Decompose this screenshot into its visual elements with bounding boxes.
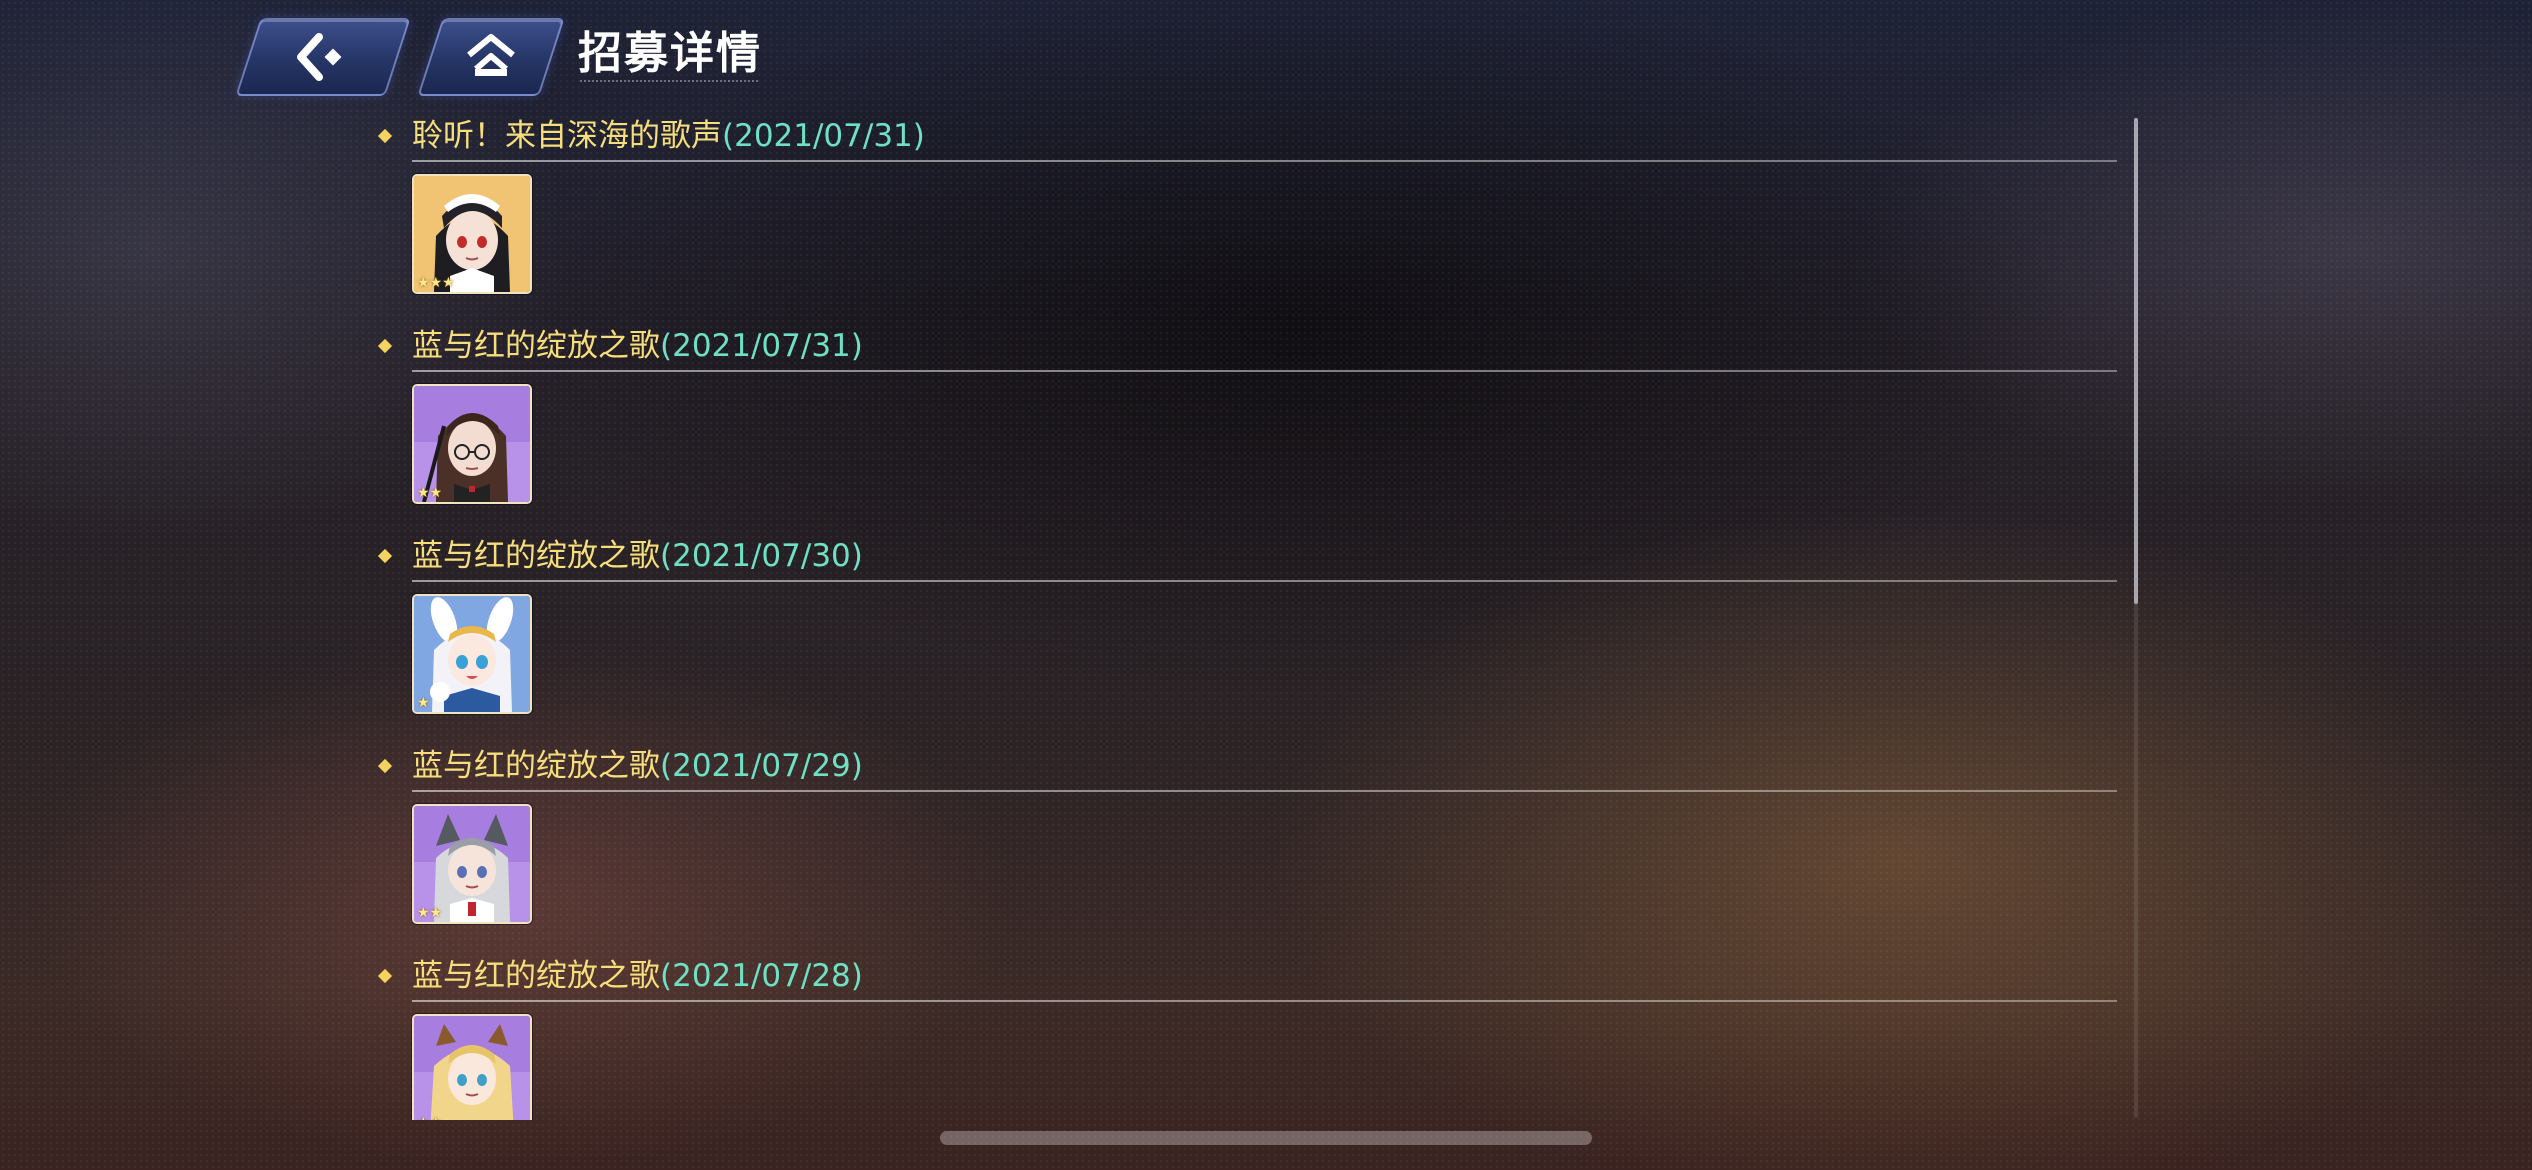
home-icon bbox=[467, 34, 515, 76]
divider bbox=[412, 1000, 2117, 1002]
character-portrait[interactable]: ★★★ bbox=[412, 174, 532, 294]
bullet-diamond-icon bbox=[377, 128, 393, 144]
recruit-date: (2021/07/31) bbox=[660, 328, 863, 364]
banner-name: 蓝与红的绽放之歌 bbox=[412, 748, 660, 784]
bunny-ear-character-portrait bbox=[414, 596, 530, 712]
title-underline bbox=[580, 80, 758, 82]
banner-name: 聆听！来自深海的歌声 bbox=[412, 118, 722, 154]
bullet-diamond-icon bbox=[377, 548, 393, 564]
divider bbox=[412, 160, 2117, 162]
recruit-date: (2021/07/30) bbox=[660, 538, 863, 574]
recruit-history-list[interactable]: 聆听！来自深海的歌声(2021/07/31) ★★★ 蓝与红的绽放之歌(2021… bbox=[372, 110, 2122, 1120]
entry-title: 蓝与红的绽放之歌(2021/07/29) bbox=[412, 740, 863, 792]
recruit-date: (2021/07/31) bbox=[722, 118, 925, 154]
character-portrait[interactable]: ★★ bbox=[412, 804, 532, 924]
entry-title: 蓝与红的绽放之歌(2021/07/31) bbox=[412, 320, 863, 372]
rarity-stars: ★★ bbox=[417, 905, 443, 921]
list-item: 蓝与红的绽放之歌(2021/07/31) ★★ bbox=[372, 320, 2122, 530]
home-button[interactable] bbox=[417, 18, 565, 96]
recruit-date: (2021/07/29) bbox=[660, 748, 863, 784]
character-portrait[interactable]: ★★ bbox=[412, 384, 532, 504]
character-portrait[interactable]: ★ bbox=[412, 594, 532, 714]
blonde-character-portrait bbox=[414, 1016, 530, 1120]
entry-title: 聆听！来自深海的歌声(2021/07/31) bbox=[412, 110, 925, 162]
entry-title: 蓝与红的绽放之歌(2021/07/30) bbox=[412, 530, 863, 582]
back-button[interactable] bbox=[235, 18, 411, 96]
bullet-diamond-icon bbox=[377, 968, 393, 984]
banner-name: 蓝与红的绽放之歌 bbox=[412, 958, 660, 994]
list-item: 蓝与红的绽放之歌(2021/07/29) ★★ bbox=[372, 740, 2122, 950]
divider bbox=[412, 790, 2117, 792]
banner-name: 蓝与红的绽放之歌 bbox=[412, 328, 660, 364]
scrollbar-thumb[interactable] bbox=[2134, 118, 2138, 604]
character-portrait[interactable]: ★★ bbox=[412, 1014, 532, 1120]
divider bbox=[412, 580, 2117, 582]
page-title: 招募详情 bbox=[578, 28, 762, 79]
entry-title: 蓝与红的绽放之歌(2021/07/28) bbox=[412, 950, 863, 1002]
rarity-stars: ★ bbox=[417, 695, 430, 711]
list-item: 聆听！来自深海的歌声(2021/07/31) ★★★ bbox=[372, 110, 2122, 320]
rarity-stars: ★★ bbox=[417, 1116, 442, 1120]
rarity-stars: ★★ bbox=[417, 485, 443, 501]
recruit-date: (2021/07/28) bbox=[660, 958, 863, 994]
bullet-diamond-icon bbox=[377, 758, 393, 774]
banner-name: 蓝与红的绽放之歌 bbox=[412, 538, 660, 574]
list-item: 蓝与红的绽放之歌(2021/07/30) ★ bbox=[372, 530, 2122, 740]
divider bbox=[412, 370, 2117, 372]
back-arrow-icon bbox=[297, 33, 342, 81]
list-scrollbar[interactable] bbox=[2134, 118, 2138, 1118]
rarity-stars: ★★★ bbox=[417, 275, 455, 291]
bullet-diamond-icon bbox=[377, 338, 393, 354]
list-item: 蓝与红的绽放之歌(2021/07/28) ★★ bbox=[372, 950, 2122, 1120]
home-indicator-bar[interactable] bbox=[940, 1131, 1592, 1145]
